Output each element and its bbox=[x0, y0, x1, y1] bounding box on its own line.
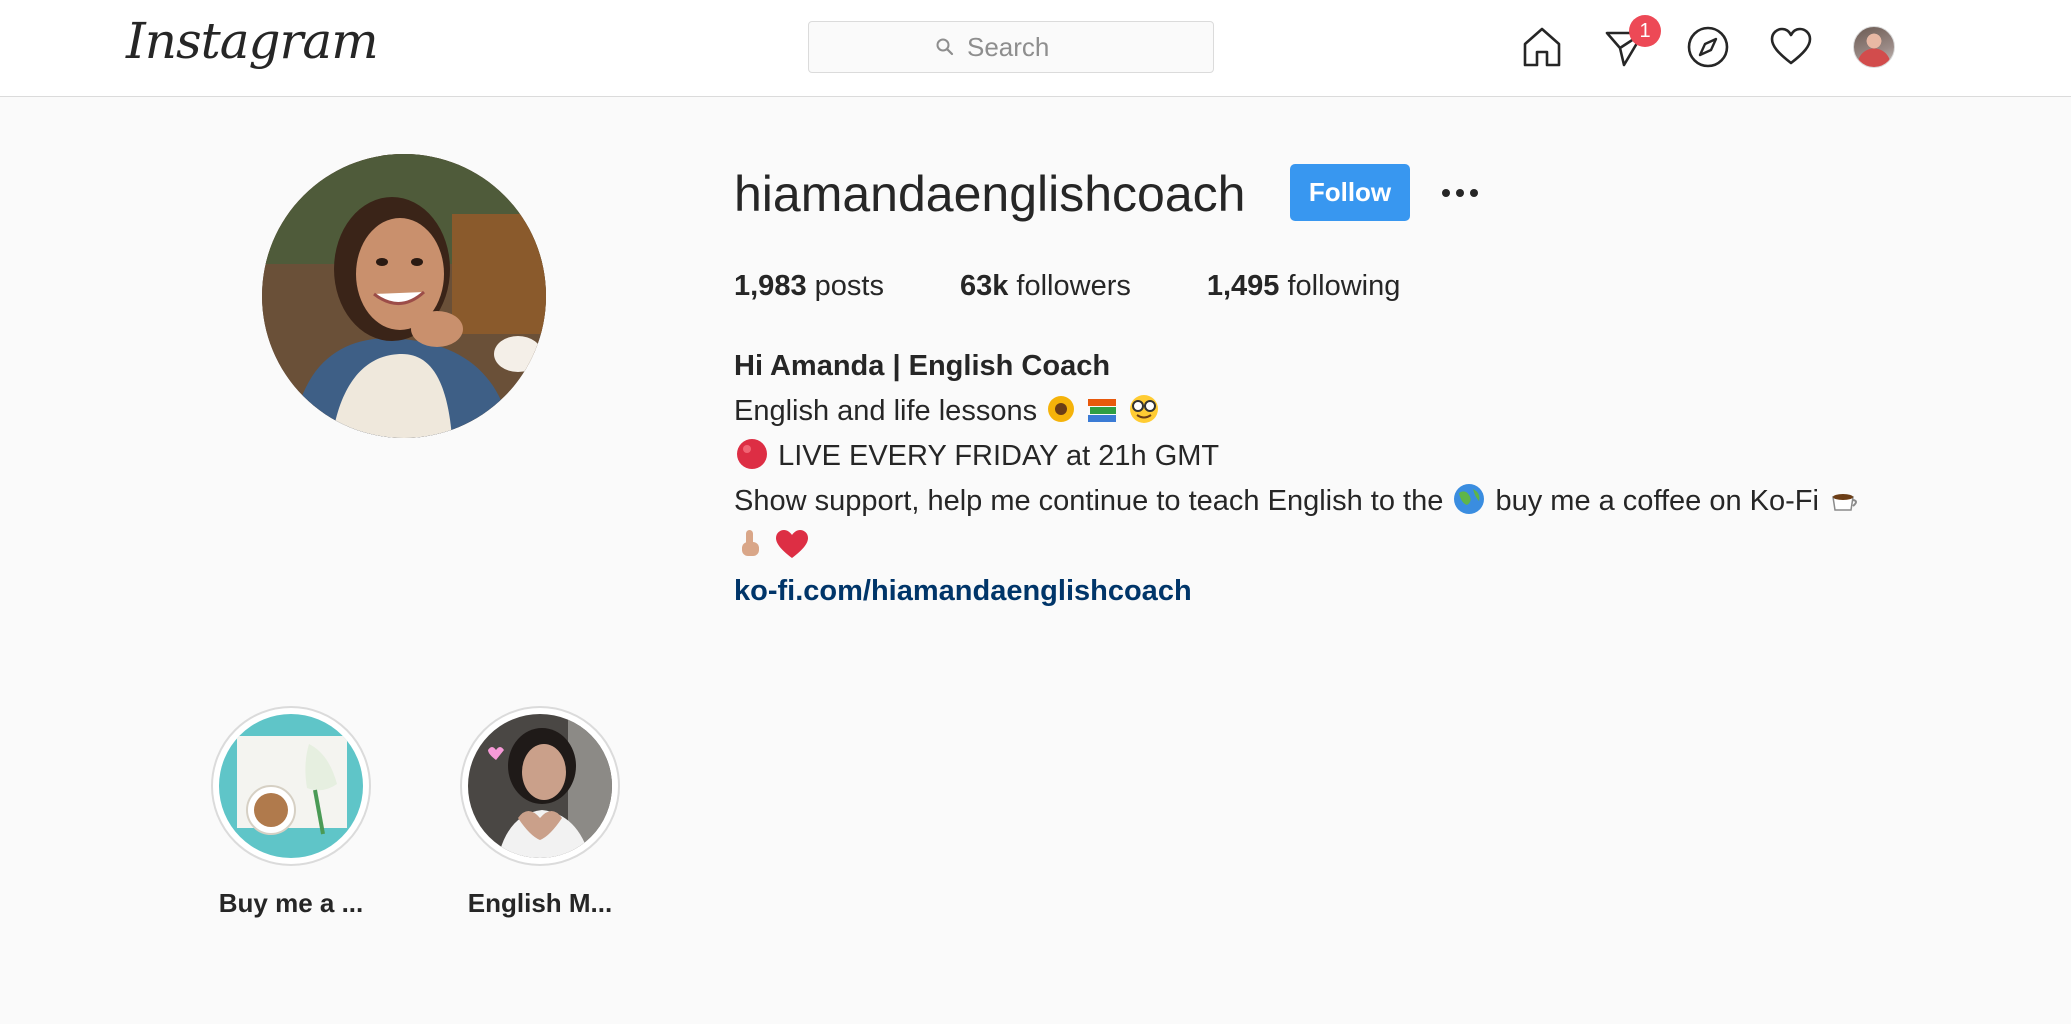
posts-label: posts bbox=[814, 270, 884, 302]
red-heart-icon bbox=[776, 530, 809, 559]
bio-line: LIVE EVERY FRIDAY at 21h GMT bbox=[734, 434, 1884, 479]
activity-button[interactable] bbox=[1767, 23, 1815, 71]
bio-text: buy me a coffee on Ko-Fi bbox=[1495, 485, 1819, 517]
nerd-face-icon bbox=[1130, 395, 1159, 424]
search-box[interactable] bbox=[808, 21, 1214, 73]
direct-button[interactable]: 1 bbox=[1601, 15, 1661, 71]
highlight-thumbnail bbox=[219, 714, 363, 858]
more-dots-icon bbox=[1442, 189, 1450, 197]
profile-stats: 1,983 posts 63k followers 1,495 followin… bbox=[734, 268, 1476, 304]
story-highlight[interactable]: Buy me a ... bbox=[211, 706, 371, 919]
profile-photo-illustration bbox=[262, 154, 546, 438]
profile-button[interactable] bbox=[1850, 23, 1898, 71]
search-icon bbox=[936, 38, 954, 56]
bio-text: LIVE EVERY FRIDAY at 21h GMT bbox=[778, 440, 1220, 472]
bio-link[interactable]: ko-fi.com/hiamandaenglishcoach bbox=[734, 575, 1192, 607]
bio-text: Show support, help me continue to teach … bbox=[734, 485, 1444, 517]
notification-badge: 1 bbox=[1629, 15, 1661, 47]
heart-icon bbox=[1770, 27, 1812, 65]
bio-line: Show support, help me continue to teach … bbox=[734, 479, 1884, 569]
books-icon bbox=[1088, 399, 1117, 423]
more-options-button[interactable] bbox=[1434, 170, 1486, 216]
more-dots-icon bbox=[1456, 189, 1464, 197]
posts-count: 1,983 bbox=[734, 270, 807, 302]
highlight-thumbnail bbox=[468, 714, 612, 858]
sunflower-icon bbox=[1048, 396, 1075, 423]
hot-beverage-icon bbox=[1832, 494, 1857, 512]
top-navigation-bar: Instagram 1 bbox=[0, 0, 2071, 97]
highlight-ring bbox=[211, 706, 371, 866]
home-button[interactable] bbox=[1518, 23, 1566, 71]
more-dots-icon bbox=[1470, 189, 1478, 197]
follow-button[interactable]: Follow bbox=[1290, 164, 1410, 221]
globe-icon bbox=[1454, 484, 1485, 515]
profile-bio: Hi Amanda | English Coach English and li… bbox=[734, 344, 1884, 614]
following-stat[interactable]: 1,495 following bbox=[1207, 268, 1400, 304]
avatar bbox=[1853, 26, 1895, 68]
following-count: 1,495 bbox=[1206, 270, 1280, 302]
nav-icons: 1 bbox=[1518, 15, 1898, 72]
home-icon bbox=[1523, 27, 1561, 67]
followers-stat[interactable]: 63k followers bbox=[960, 268, 1131, 304]
red-circle-icon bbox=[737, 439, 767, 470]
bio-text: English and life lessons bbox=[734, 395, 1038, 427]
highlight-label: Buy me a ... bbox=[218, 888, 364, 918]
highlight-label: English M... bbox=[467, 888, 613, 918]
followers-count: 63k bbox=[959, 270, 1009, 302]
following-label: following bbox=[1287, 270, 1401, 302]
search-input[interactable] bbox=[967, 31, 1087, 63]
profile-username: hiamandaenglishcoach bbox=[734, 166, 1246, 222]
followers-label: followers bbox=[1016, 270, 1131, 302]
profile-picture[interactable] bbox=[262, 154, 546, 438]
highlight-ring bbox=[460, 706, 620, 866]
posts-stat: 1,983 posts bbox=[734, 268, 884, 304]
story-highlight[interactable]: English M... bbox=[460, 706, 620, 919]
bio-name: Hi Amanda | English Coach bbox=[734, 350, 1111, 382]
pointing-down-icon bbox=[742, 530, 759, 557]
compass-icon bbox=[1687, 26, 1729, 68]
instagram-logo[interactable]: Instagram bbox=[126, 16, 379, 66]
explore-button[interactable] bbox=[1684, 23, 1732, 71]
bio-line: English and life lessons bbox=[734, 389, 1884, 434]
